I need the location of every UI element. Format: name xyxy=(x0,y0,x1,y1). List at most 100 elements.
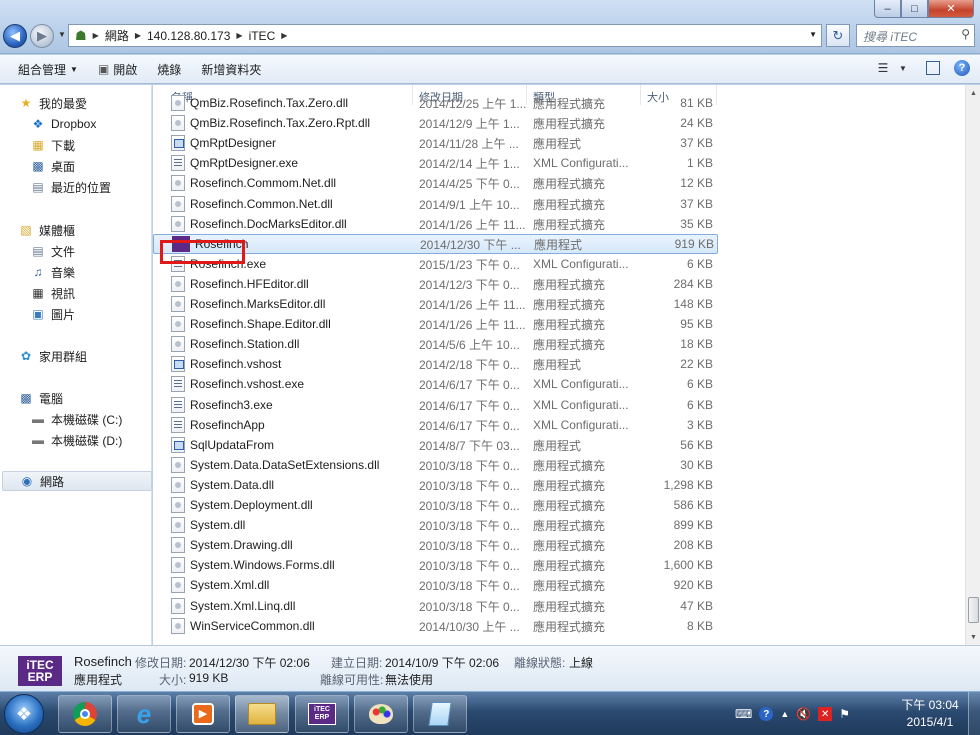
file-row[interactable]: QmRptDesigner 2014/11/28 上午 ... 應用程式 37 KB xyxy=(153,133,718,153)
taskbar-itec-erp[interactable]: iTEC ERP xyxy=(295,695,349,733)
new-folder-button[interactable]: 新增資料夾 xyxy=(191,55,271,83)
burn-button[interactable]: 燒錄 xyxy=(147,55,191,83)
file-row[interactable]: System.Deployment.dll 2010/3/18 下午 0... 應用… xyxy=(153,495,718,515)
star-icon: ★ xyxy=(20,96,32,110)
open-button[interactable]: ▣ 開啟 xyxy=(88,55,147,83)
taskbar-chrome[interactable] xyxy=(58,695,112,733)
nav-desktop[interactable]: ▩ 桌面 xyxy=(30,156,75,176)
organize-menu[interactable]: 組合管理 ▼ xyxy=(0,55,88,83)
search-input[interactable]: 搜尋 iTEC ⚲ xyxy=(856,24,975,47)
file-date: 2014/1/26 上午 11... xyxy=(419,317,526,332)
file-row[interactable]: QmBiz.Rosefinch.Tax.Zero.Rpt.dll 2014/12/… xyxy=(153,113,718,133)
nav-dropbox[interactable]: ❖ Dropbox xyxy=(30,114,97,134)
vertical-scrollbar[interactable]: ▲ ▼ xyxy=(965,85,980,645)
file-date: 2014/8/7 下午 03... xyxy=(419,438,520,453)
forward-button[interactable]: ▶ xyxy=(30,24,54,48)
details-file-type: 應用程式 xyxy=(74,673,123,687)
file-size: 12 KB xyxy=(680,176,713,190)
nav-music[interactable]: ♫ 音樂 xyxy=(30,262,76,282)
taskbar-media-player[interactable]: ▶ xyxy=(176,695,230,733)
nav-videos[interactable]: ▦ 視訊 xyxy=(30,283,75,303)
back-button[interactable]: ◀ xyxy=(3,24,27,48)
taskbar-paint[interactable] xyxy=(354,695,408,733)
taskbar-file-explorer[interactable] xyxy=(235,695,289,733)
nav-favorites[interactable]: ★ 我的最愛 xyxy=(18,93,87,113)
file-row[interactable]: SqlUpdataFrom 2014/8/7 下午 03... 應用程式 56 KB xyxy=(153,435,718,455)
file-row[interactable]: System.Data.dll 2010/3/18 下午 0... 應用程式擴充 1,… xyxy=(153,475,718,495)
nav-documents[interactable]: ▤ 文件 xyxy=(30,241,75,261)
help-tray-icon[interactable]: ? xyxy=(759,707,774,721)
preview-pane-icon[interactable] xyxy=(926,61,940,75)
scroll-down-icon[interactable]: ▼ xyxy=(966,629,980,645)
breadcrumb-network[interactable]: 網路 xyxy=(105,27,129,44)
details-offline-status-value: 上線 xyxy=(569,656,594,670)
breadcrumb-separator-icon[interactable]: ▶ xyxy=(135,31,141,40)
breadcrumb-separator-icon[interactable]: ▶ xyxy=(93,31,99,40)
show-desktop-button[interactable] xyxy=(968,692,980,735)
network-error-icon[interactable]: ✕ xyxy=(818,707,833,721)
view-dropdown-icon[interactable]: ▼ xyxy=(894,59,912,77)
file-row[interactable]: Rosefinch.Station.dll 2014/5/6 上午 10... 應用… xyxy=(153,334,718,354)
file-type: 應用程式擴充 xyxy=(533,498,606,513)
file-row[interactable]: Rosefinch.MarksEditor.dll 2014/1/26 上午 11… xyxy=(153,294,718,314)
nav-homegroup[interactable]: ✿ 家用群組 xyxy=(18,346,87,366)
file-name: Rosefinch.vshost xyxy=(190,357,282,371)
view-options-icon[interactable]: ☰ xyxy=(874,59,892,77)
file-row[interactable]: RosefinchApp 2014/6/17 下午 0... XML Configu… xyxy=(153,415,718,435)
volume-muted-icon[interactable]: 🔇 xyxy=(796,707,811,721)
scroll-up-icon[interactable]: ▲ xyxy=(966,85,980,101)
nav-computer[interactable]: ▩ 電腦 xyxy=(18,388,63,408)
nav-downloads[interactable]: ▦ 下載 xyxy=(30,135,75,155)
file-row[interactable]: System.Data.DataSetExtensions.dll 2010/3/… xyxy=(153,455,718,475)
taskbar-notepad[interactable] xyxy=(413,695,467,733)
file-row[interactable]: Rosefinch.DocMarksEditor.dll 2014/1/26 上午… xyxy=(153,214,718,234)
minimize-button[interactable]: – xyxy=(874,0,901,18)
breadcrumb-itec[interactable]: iTEC xyxy=(249,29,276,43)
show-hidden-icons-icon[interactable]: ▲ xyxy=(780,709,789,719)
file-row[interactable]: Rosefinch.HFEditor.dll 2014/12/3 下午 0... 應… xyxy=(153,274,718,294)
file-row[interactable]: Rosefinch3.exe 2014/6/17 下午 0... XML Confi… xyxy=(153,395,718,415)
action-center-icon[interactable]: ⚑ xyxy=(839,707,850,721)
close-button[interactable]: ✕ xyxy=(928,0,974,18)
maximize-button[interactable]: □ xyxy=(901,0,928,18)
file-row[interactable]: Rosefinch.vshost.exe 2014/6/17 下午 0... XML… xyxy=(153,374,718,394)
keyboard-icon[interactable]: ⌨ xyxy=(735,707,752,721)
breadcrumb-separator-icon[interactable]: ▶ xyxy=(281,31,287,40)
refresh-button[interactable]: ↻ xyxy=(826,24,850,47)
file-row[interactable]: System.Drawing.dll 2010/3/18 下午 0... 應用程式擴… xyxy=(153,535,718,555)
file-size: 37 KB xyxy=(680,136,713,150)
help-icon[interactable]: ? xyxy=(954,60,970,76)
nav-recent-places[interactable]: ▤ 最近的位置 xyxy=(30,177,111,197)
dll-file-icon xyxy=(171,577,185,593)
breadcrumb-separator-icon[interactable]: ▶ xyxy=(236,31,242,40)
file-row[interactable]: System.Xml.Linq.dll 2010/3/18 下午 0... 應用程式… xyxy=(153,596,718,616)
breadcrumb-host[interactable]: 140.128.80.173 xyxy=(147,29,230,43)
file-row[interactable]: QmBiz.Rosefinch.Tax.Zero.dll 2014/12/25 上… xyxy=(153,93,718,113)
nav-disk-c[interactable]: ▬ 本機磁碟 (C:) xyxy=(30,409,122,429)
start-button[interactable]: ❖ xyxy=(4,694,44,734)
nav-pictures[interactable]: ▣ 圖片 xyxy=(30,304,75,324)
folder-icon xyxy=(248,703,276,725)
nav-disk-d[interactable]: ▬ 本機磁碟 (D:) xyxy=(30,430,122,450)
recent-pages-dropdown[interactable]: ▼ xyxy=(58,30,66,39)
selection-highlight-box xyxy=(160,240,245,264)
taskbar-internet-explorer[interactable]: e xyxy=(117,695,171,733)
file-row[interactable]: System.dll 2010/3/18 下午 0... 應用程式擴充 899 KB xyxy=(153,515,718,535)
nav-libraries[interactable]: ▧ 媒體櫃 xyxy=(18,220,75,240)
scroll-thumb[interactable] xyxy=(968,597,979,623)
file-row[interactable]: Rosefinch.Common.Net.dll 2014/9/1 上午 10..… xyxy=(153,194,718,214)
address-bar[interactable]: ☗ ▶ 網路 ▶ 140.128.80.173 ▶ iTEC ▶ ▼ xyxy=(68,24,822,47)
address-dropdown-icon[interactable]: ▼ xyxy=(809,30,817,39)
file-row[interactable]: Rosefinch.vshost 2014/2/18 下午 0... 應用程式 22 … xyxy=(153,354,718,374)
file-row[interactable]: WinServiceCommon.dll 2014/10/30 上午 ... 應用程… xyxy=(153,616,718,636)
dll-file-icon xyxy=(171,537,185,553)
file-row[interactable]: Rosefinch.Commom.Net.dll 2014/4/25 下午 0..… xyxy=(153,173,718,193)
file-row[interactable]: System.Windows.Forms.dll 2010/3/18 下午 0..… xyxy=(153,555,718,575)
file-row[interactable]: QmRptDesigner.exe 2014/2/14 上午 1... XML Co… xyxy=(153,153,718,173)
file-row[interactable]: Rosefinch.Shape.Editor.dll 2014/1/26 上午 1… xyxy=(153,314,718,334)
taskbar-clock[interactable]: 下午 03:04 2015/4/1 xyxy=(895,697,965,731)
file-date: 2014/9/1 上午 10... xyxy=(419,197,520,212)
file-row[interactable]: System.Xml.dll 2010/3/18 下午 0... 應用程式擴充 920… xyxy=(153,575,718,595)
dll-file-icon xyxy=(171,276,185,292)
nav-network[interactable]: ◉ 網路 xyxy=(2,471,152,491)
